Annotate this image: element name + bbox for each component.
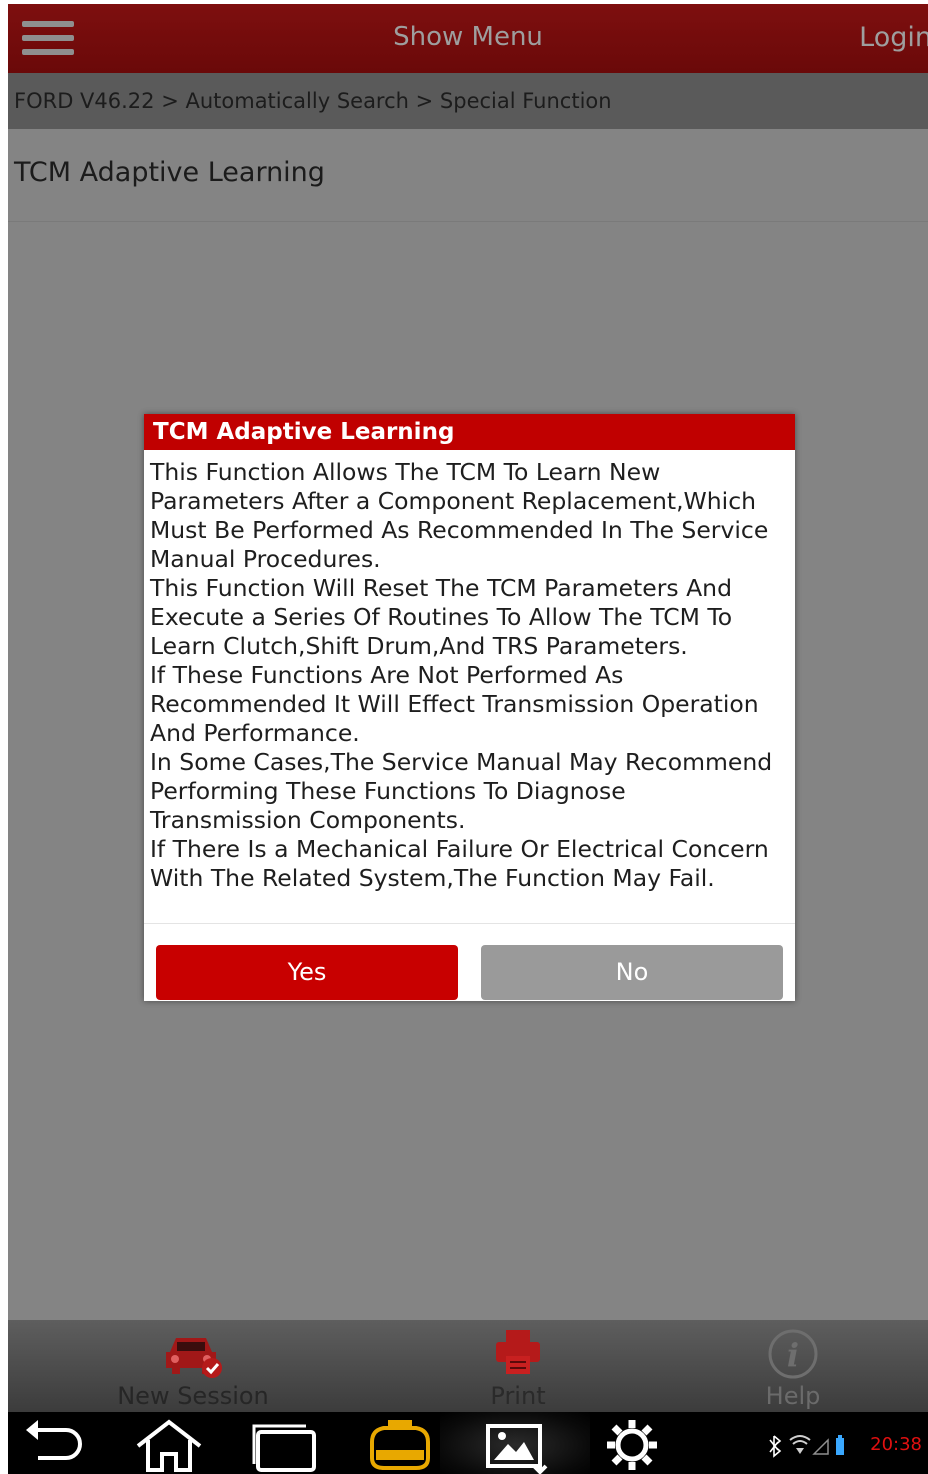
dialog-line: Manual Procedures. [150,545,381,573]
dialog-line: Recommended It Will Effect Transmission … [150,690,759,718]
bluetooth-icon [769,1435,782,1458]
print-button[interactable]: Print [458,1320,578,1412]
app-screen: Show Menu Login FORD V46.22 > Automatica… [8,4,928,1474]
dialog-line: If These Functions Are Not Performed As [150,661,624,689]
system-nav-bar: 20:38 [8,1412,928,1474]
bottom-toolbar: New Session Print i Help [8,1320,928,1412]
home-icon[interactable] [132,1416,206,1474]
dialog-line: Must Be Performed As Recommended In The … [150,516,769,544]
dialog-line: Execute a Series Of Routines To Allow Th… [150,603,733,631]
car-check-icon [166,1338,222,1378]
dialog-line: Performing These Functions To Diagnose [150,777,626,805]
dialog-line: And Performance. [150,719,360,747]
confirm-dialog: TCM Adaptive Learning This Function Allo… [144,414,795,1001]
yes-button[interactable]: Yes [156,945,458,1000]
new-session-button[interactable]: New Session [108,1320,278,1412]
no-button[interactable]: No [481,945,783,1000]
dialog-line: Parameters After a Component Replacement… [150,487,757,515]
printer-icon [496,1330,540,1374]
signal-icon [812,1438,829,1455]
dialog-line: This Function Allows The TCM To Learn Ne… [150,458,661,486]
wifi-icon [789,1435,811,1454]
clock: 20:38 [870,1434,922,1455]
dialog-line: If There Is a Mechanical Failure Or Elec… [150,835,769,863]
print-label: Print [490,1382,546,1410]
new-session-label: New Session [117,1382,269,1410]
top-bar: Show Menu Login [8,4,928,73]
dialog-message: This Function Allows The TCM To Learn Ne… [144,450,795,924]
breadcrumb: FORD V46.22 > Automatically Search > Spe… [8,73,928,129]
help-button[interactable]: i Help [738,1320,848,1412]
maximus-app-icon[interactable] [364,1416,436,1474]
show-menu-title[interactable]: Show Menu [8,22,928,52]
page-title-row: TCM Adaptive Learning [8,129,928,222]
info-icon: i [768,1329,818,1379]
svg-text:i: i [787,1336,799,1374]
screenshot-icon[interactable] [482,1416,552,1474]
login-button[interactable]: Login [859,22,928,53]
dialog-line: With The Related System,The Function May… [150,864,715,892]
dialog-line: Learn Clutch,Shift Drum,And TRS Paramete… [150,632,688,660]
settings-gear-icon[interactable] [602,1416,662,1474]
dialog-line: Transmission Components. [150,806,466,834]
dialog-button-row: Yes No [144,933,795,1001]
dialog-line: In Some Cases,The Service Manual May Rec… [150,748,773,776]
status-icons [769,1435,844,1458]
page-title: TCM Adaptive Learning [14,157,325,188]
battery-icon [836,1435,844,1455]
help-label: Help [765,1382,821,1410]
dialog-title: TCM Adaptive Learning [144,414,795,450]
dialog-line: This Function Will Reset The TCM Paramet… [150,574,732,602]
back-icon[interactable] [22,1416,86,1474]
recent-apps-icon[interactable] [248,1416,322,1474]
